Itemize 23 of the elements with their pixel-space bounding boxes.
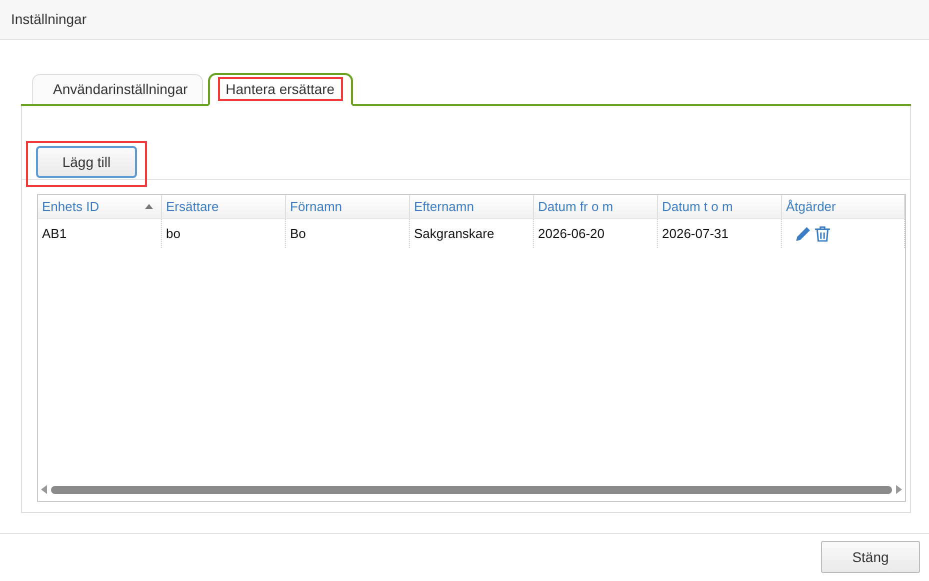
table-cell: bo bbox=[162, 218, 286, 248]
scroll-right-icon[interactable] bbox=[896, 485, 902, 494]
column-label: Åtgärder bbox=[786, 198, 836, 214]
table-cell: AB1 bbox=[38, 218, 162, 248]
column-label: Enhets ID bbox=[42, 198, 100, 214]
column-label: Ersättare bbox=[166, 198, 219, 214]
table-cell: 2026-06-20 bbox=[534, 218, 658, 248]
trash-icon[interactable] bbox=[814, 224, 831, 242]
column-label: Efternamn bbox=[414, 198, 474, 214]
table-cell: Bo bbox=[286, 218, 410, 248]
table-cell: 2026-07-31 bbox=[658, 218, 782, 248]
tab[interactable]: Användarinställningar bbox=[32, 74, 203, 104]
close-button[interactable]: Stäng bbox=[821, 541, 920, 574]
column-label: Datum t o m bbox=[662, 198, 733, 214]
edit-icon[interactable] bbox=[794, 224, 811, 242]
tab[interactable]: Hantera ersättare bbox=[208, 72, 353, 106]
scroll-left-icon[interactable] bbox=[41, 485, 47, 494]
scrollbar-thumb[interactable] bbox=[51, 486, 892, 494]
column-label: Förnamn bbox=[290, 198, 342, 214]
column-label: Datum fr o m bbox=[538, 198, 614, 214]
table-cell: Sakgranskare bbox=[410, 218, 534, 248]
add-button[interactable]: Lägg till bbox=[36, 146, 137, 178]
window-title: Inställningar bbox=[0, 0, 929, 40]
